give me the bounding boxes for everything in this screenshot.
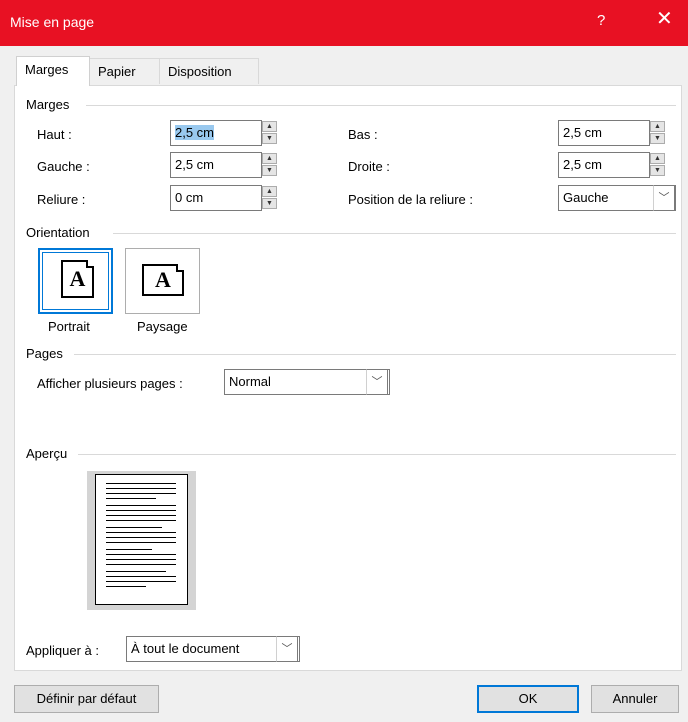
- preview-line: [106, 483, 176, 484]
- multiple-pages-label: Afficher plusieurs pages :: [37, 376, 183, 391]
- haut-label: Haut :: [37, 127, 72, 142]
- page-letter: A: [69, 266, 86, 291]
- ok-button[interactable]: OK: [477, 685, 579, 713]
- preview-line: [106, 515, 176, 516]
- preview-line: [106, 559, 176, 560]
- help-icon[interactable]: ?: [597, 12, 605, 29]
- page-letter: A: [155, 267, 171, 292]
- title-bar: Mise en page ? ✕: [0, 0, 688, 46]
- preview-line: [106, 527, 162, 528]
- bas-spinner[interactable]: ▲ ▼: [650, 120, 667, 146]
- paysage-button[interactable]: A: [125, 248, 200, 314]
- group-label-orientation: Orientation: [26, 225, 90, 240]
- tab-label: Marges: [25, 62, 69, 77]
- group-label-apercu: Aperçu: [26, 446, 68, 461]
- preview-line: [106, 498, 156, 499]
- preview-line: [106, 571, 166, 572]
- spin-down-icon[interactable]: ▼: [650, 133, 665, 144]
- gauche-label: Gauche :: [37, 159, 90, 174]
- position-reliure-label: Position de la reliure :: [348, 192, 474, 207]
- haut-field[interactable]: 2,5 cm: [170, 120, 262, 146]
- preview-line: [106, 510, 176, 511]
- group-label-pages: Pages: [26, 346, 63, 361]
- spin-up-icon[interactable]: ▲: [650, 121, 665, 132]
- preview-line: [106, 586, 146, 587]
- group-divider: [86, 105, 676, 106]
- tab-disposition[interactable]: Disposition: [159, 58, 259, 84]
- tab-label: Papier: [98, 64, 136, 79]
- gauche-value: 2,5 cm: [175, 157, 215, 172]
- apply-to-value: À tout le document: [131, 641, 240, 656]
- spin-down-icon[interactable]: ▼: [262, 198, 277, 209]
- close-icon[interactable]: ✕: [656, 9, 673, 29]
- preview-line: [106, 581, 176, 582]
- tab-papier[interactable]: Papier: [89, 58, 160, 84]
- spin-down-icon[interactable]: ▼: [262, 133, 277, 144]
- preview-line: [106, 537, 176, 538]
- preview-line: [106, 554, 176, 555]
- droite-field[interactable]: 2,5 cm: [558, 152, 650, 178]
- set-default-label: Définir par défaut: [36, 691, 137, 706]
- haut-spinner[interactable]: ▲ ▼: [262, 120, 279, 146]
- preview-line: [106, 576, 176, 577]
- dogear-icon: [86, 260, 94, 268]
- preview-line: [106, 493, 176, 494]
- tab-marges[interactable]: Marges: [16, 56, 90, 86]
- tab-label: Disposition: [168, 64, 232, 79]
- ok-label: OK: [518, 691, 538, 706]
- preview-line: [106, 520, 176, 521]
- chevron-down-icon[interactable]: ﹀: [276, 636, 298, 662]
- droite-value: 2,5 cm: [563, 157, 603, 172]
- spin-up-icon[interactable]: ▲: [262, 121, 277, 132]
- cancel-button[interactable]: Annuler: [591, 685, 679, 713]
- chevron-down-icon[interactable]: ﹀: [366, 369, 388, 395]
- window-title: Mise en page: [10, 14, 95, 30]
- landscape-page-icon: A: [142, 264, 184, 296]
- spin-down-icon[interactable]: ▼: [650, 165, 665, 176]
- preview-line: [106, 532, 176, 533]
- gauche-field[interactable]: 2,5 cm: [170, 152, 262, 178]
- spin-up-icon[interactable]: ▲: [262, 153, 277, 164]
- position-reliure-value: Gauche: [563, 190, 609, 205]
- droite-spinner[interactable]: ▲ ▼: [650, 152, 667, 178]
- set-default-button[interactable]: Définir par défaut: [14, 685, 159, 713]
- group-label-marges: Marges: [26, 97, 70, 112]
- bas-label: Bas :: [348, 127, 378, 142]
- apply-to-label: Appliquer à :: [26, 643, 99, 658]
- reliure-label: Reliure :: [37, 192, 86, 207]
- bas-field[interactable]: 2,5 cm: [558, 120, 650, 146]
- dogear-icon: [176, 264, 184, 272]
- spin-up-icon[interactable]: ▲: [262, 186, 277, 197]
- chevron-down-icon[interactable]: ﹀: [653, 185, 675, 211]
- preview-line: [106, 542, 176, 543]
- spin-up-icon[interactable]: ▲: [650, 153, 665, 164]
- paysage-label: Paysage: [137, 319, 188, 334]
- multiple-pages-value: Normal: [229, 374, 271, 389]
- group-divider: [74, 354, 676, 355]
- haut-value: 2,5 cm: [175, 125, 215, 140]
- cancel-label: Annuler: [612, 691, 658, 706]
- preview-page: [95, 474, 188, 605]
- bas-value: 2,5 cm: [563, 125, 603, 140]
- droite-label: Droite :: [348, 159, 390, 174]
- reliure-field[interactable]: 0 cm: [170, 185, 262, 211]
- reliure-value: 0 cm: [175, 190, 204, 205]
- gauche-spinner[interactable]: ▲ ▼: [262, 152, 279, 178]
- portrait-button[interactable]: A: [38, 248, 113, 314]
- spin-down-icon[interactable]: ▼: [262, 165, 277, 176]
- preview-line: [106, 488, 176, 489]
- reliure-spinner[interactable]: ▲ ▼: [262, 185, 279, 211]
- preview-line: [106, 564, 176, 565]
- preview-line: [106, 549, 152, 550]
- portrait-page-icon: A: [61, 260, 94, 298]
- preview-line: [106, 505, 176, 506]
- portrait-label: Portrait: [48, 319, 90, 334]
- group-divider: [113, 233, 676, 234]
- apply-to-select[interactable]: À tout le document: [126, 636, 300, 662]
- group-divider: [78, 454, 676, 455]
